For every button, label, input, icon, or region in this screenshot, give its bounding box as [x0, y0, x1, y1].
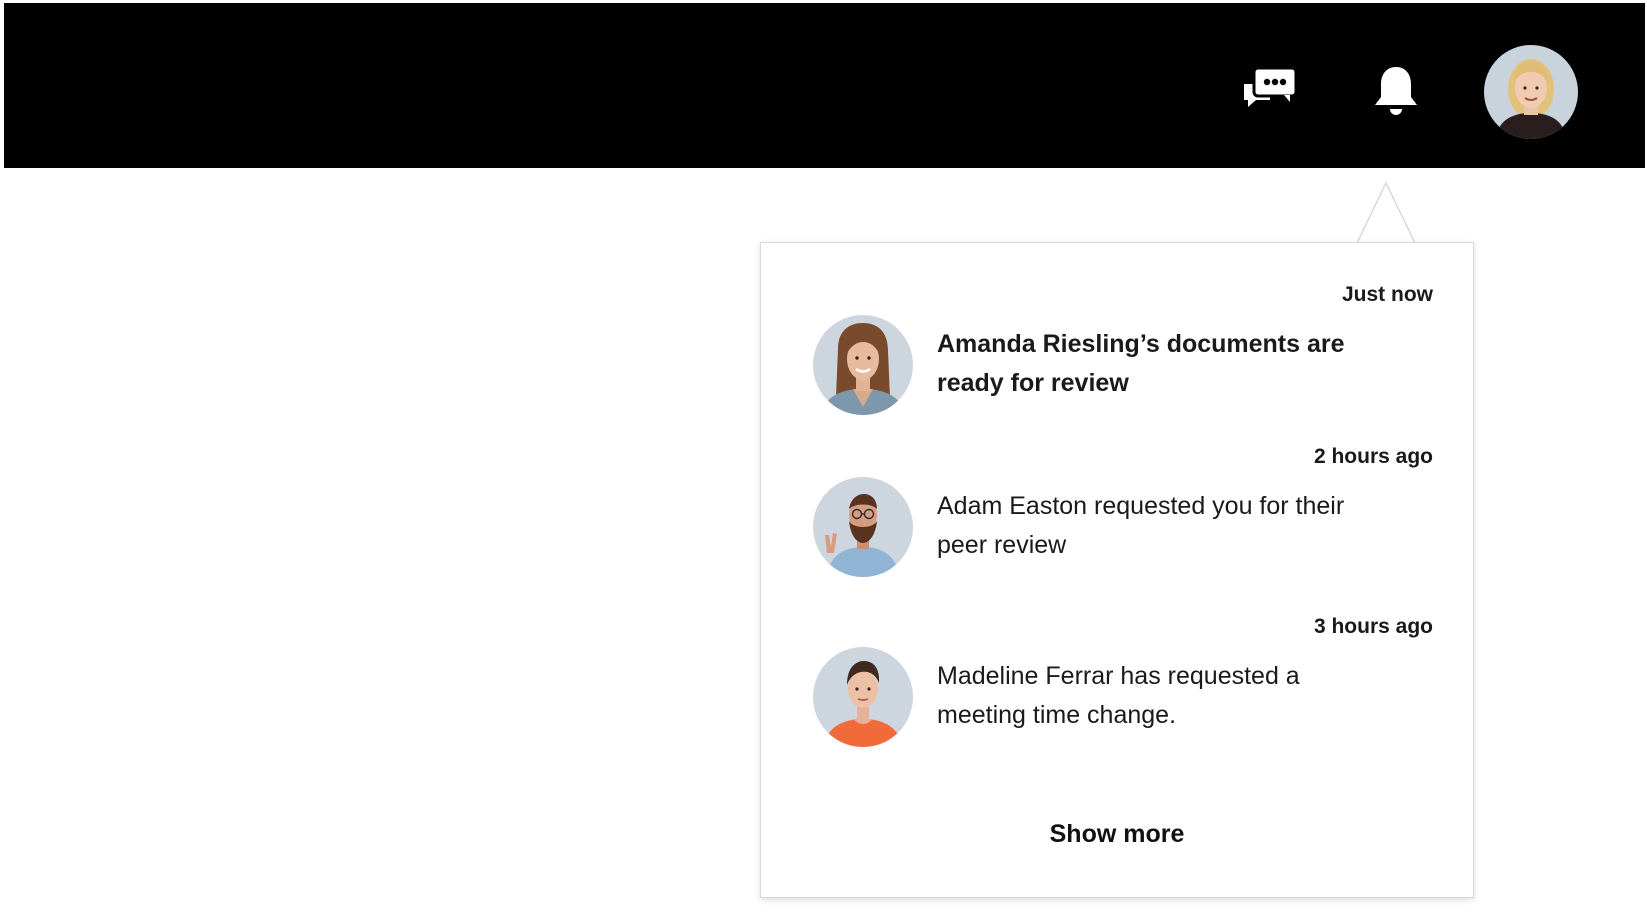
notification-message: Adam Easton requested you for their peer… — [937, 492, 1345, 559]
notification-item[interactable]: 3 hours ago Madeline Ferrar has requeste… — [813, 615, 1433, 747]
top-navigation-bar — [4, 3, 1645, 168]
notification-time: 2 hours ago — [1313, 445, 1433, 468]
chat-bubbles-icon[interactable] — [1240, 64, 1300, 114]
avatar — [813, 477, 913, 577]
notification-message: Amanda Riesling’s documents are ready fo… — [937, 330, 1345, 397]
notification-message: Madeline Ferrar has requested a meeting … — [937, 662, 1300, 729]
bell-icon[interactable] — [1371, 64, 1421, 118]
show-more-button[interactable]: Show more — [761, 819, 1473, 850]
notification-item[interactable]: 2 hours ago Adam Easton requested you fo… — [813, 445, 1433, 577]
avatar — [813, 315, 913, 415]
notifications-panel: Just now Amanda Riesling’s documents are… — [760, 242, 1474, 898]
panel-caret — [1356, 181, 1416, 245]
avatar — [813, 647, 913, 747]
user-avatar[interactable] — [1484, 45, 1578, 139]
notification-time: Just now — [1341, 283, 1433, 306]
notification-time: 3 hours ago — [1313, 615, 1433, 638]
notification-item[interactable]: Just now Amanda Riesling’s documents are… — [813, 283, 1433, 415]
